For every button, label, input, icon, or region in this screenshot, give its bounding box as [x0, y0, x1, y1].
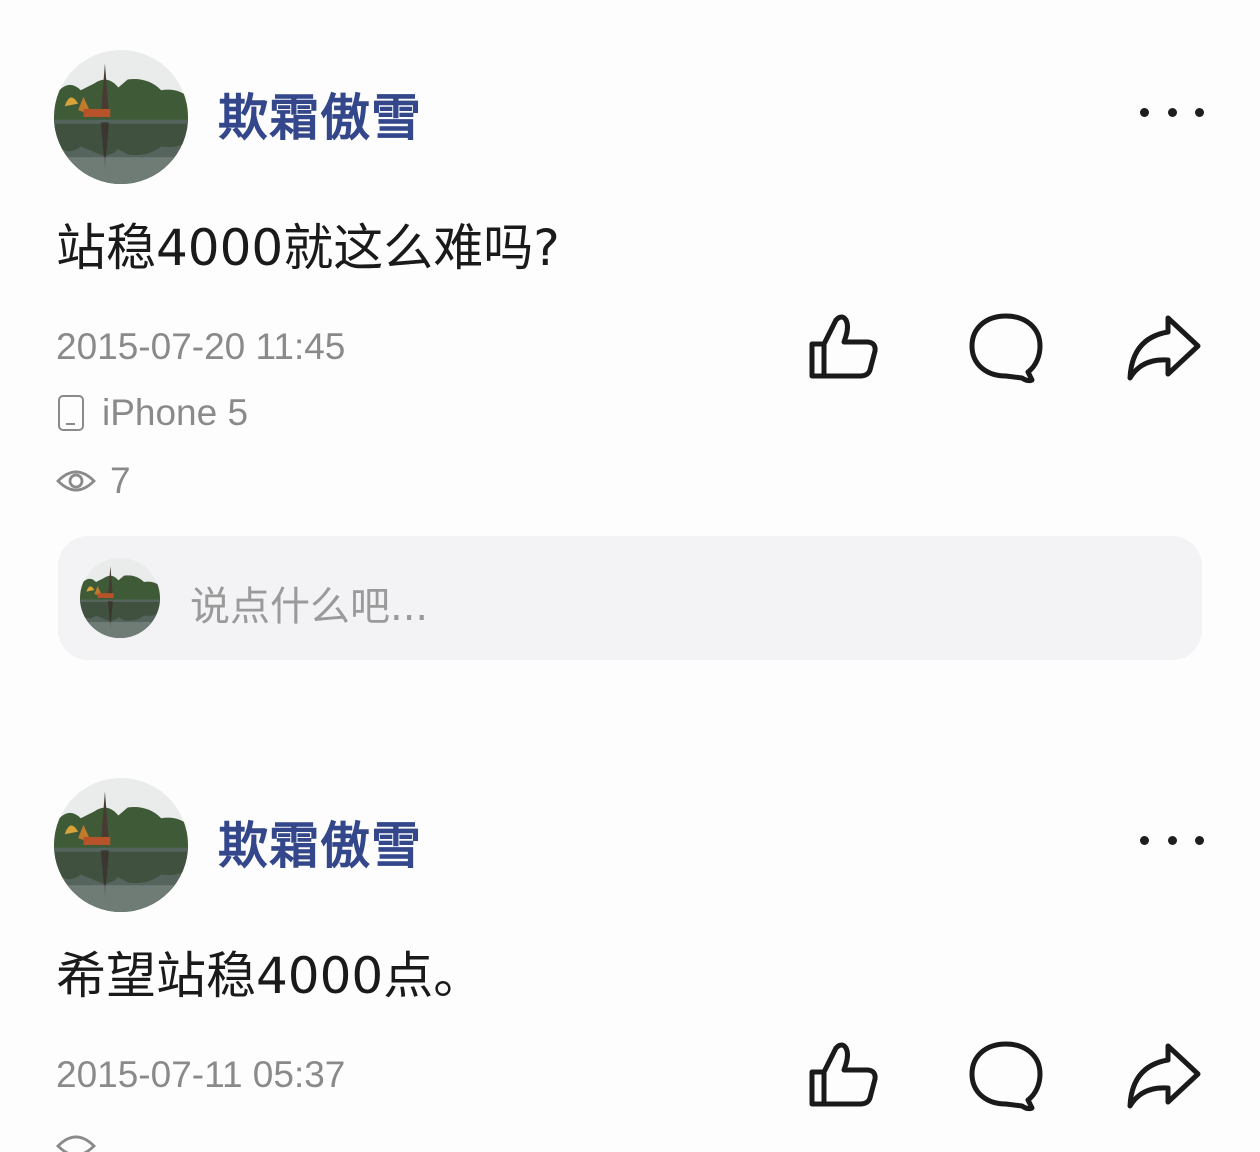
view-count-value: 7 — [110, 460, 131, 501]
avatar[interactable] — [54, 778, 188, 912]
share-button[interactable] — [1124, 308, 1204, 388]
thumbs-up-icon — [804, 308, 884, 388]
phone-icon — [58, 395, 84, 431]
share-arrow-icon — [1124, 308, 1204, 388]
eye-icon — [56, 470, 96, 492]
device-info: iPhone 5 — [58, 392, 248, 434]
like-button[interactable] — [804, 308, 884, 388]
post-card: 欺霜傲雪 站稳4000就这么难吗? 2015-07-20 11:45 iPhon… — [0, 0, 1260, 720]
share-button[interactable] — [1124, 1036, 1204, 1116]
comment-input[interactable]: 说点什么吧... — [58, 536, 1202, 660]
post-card: 欺霜傲雪 希望站稳4000点。 2015-07-11 05:37 — [0, 728, 1260, 1152]
post-content: 站稳4000就这么难吗? — [56, 219, 560, 277]
comment-bubble-icon — [966, 308, 1046, 388]
view-count: 7 — [56, 460, 131, 502]
more-dots-icon — [1140, 835, 1149, 845]
more-dots-icon — [1140, 107, 1149, 117]
post-timestamp: 2015-07-11 05:37 — [56, 1054, 346, 1095]
thumbs-up-icon — [804, 1036, 884, 1116]
comment-bubble-icon — [966, 1036, 1046, 1116]
share-arrow-icon — [1124, 1036, 1204, 1116]
more-options-button[interactable] — [1140, 92, 1204, 132]
post-timestamp: 2015-07-20 11:45 — [56, 326, 346, 367]
like-button[interactable] — [804, 1036, 884, 1116]
comment-button[interactable] — [966, 1036, 1046, 1116]
avatar[interactable] — [54, 50, 188, 184]
view-count — [56, 1132, 116, 1152]
device-name: iPhone 5 — [102, 392, 249, 433]
eye-icon — [56, 1135, 96, 1152]
post-content: 希望站稳4000点。 — [56, 947, 484, 1005]
avatar — [80, 558, 160, 638]
more-options-button[interactable] — [1140, 820, 1204, 860]
username[interactable]: 欺霜傲雪 — [218, 78, 422, 150]
comment-placeholder: 说点什么吧... — [190, 584, 429, 630]
username[interactable]: 欺霜傲雪 — [218, 806, 422, 878]
comment-button[interactable] — [966, 308, 1046, 388]
